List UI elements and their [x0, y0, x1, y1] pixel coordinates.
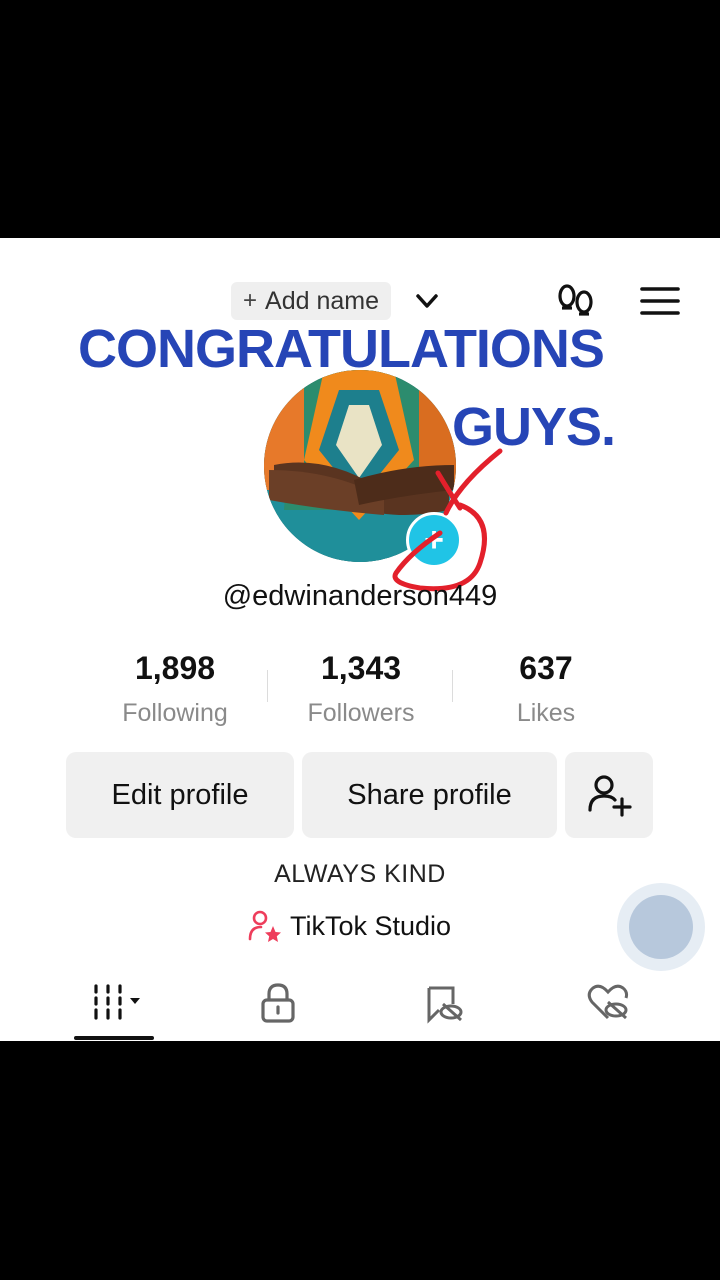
stat-following-value: 1,898	[134, 650, 216, 686]
overlay-caption-line2: GUYS.	[452, 397, 616, 457]
tiktok-studio-link[interactable]: TikTok Studio	[248, 909, 451, 943]
lock-icon	[261, 983, 295, 1023]
tab-videos[interactable]	[88, 980, 148, 1026]
add-friend-button[interactable]	[565, 752, 653, 838]
menu-icon[interactable]	[640, 286, 680, 316]
red-scribble-annotation	[392, 448, 503, 592]
floating-bubble-inner	[629, 895, 693, 959]
share-profile-button[interactable]: Share profile	[302, 752, 557, 838]
stat-likes-value: 637	[519, 650, 573, 686]
chevron-down-icon[interactable]	[414, 290, 440, 312]
stat-followers[interactable]: 1,343 Followers	[271, 650, 451, 728]
username-handle: @edwinanderson449	[222, 580, 498, 612]
grid-bars-icon	[94, 984, 140, 1020]
add-name-plus: +	[243, 287, 258, 314]
stat-likes-label: Likes	[516, 699, 576, 727]
tiktok-studio-label: TikTok Studio	[290, 910, 452, 941]
repost-hidden-icon	[427, 986, 463, 1024]
profile-screen: + Add name + CONGRATULATIONS GUYS. @edwi…	[0, 238, 720, 1041]
add-name-label: Add name	[265, 286, 379, 315]
stat-following[interactable]: 1,898 Following	[85, 650, 265, 728]
stat-followers-value: 1,343	[320, 650, 402, 686]
studio-user-star-icon	[248, 910, 281, 942]
footprints-icon[interactable]	[555, 282, 597, 322]
edit-profile-button[interactable]: Edit profile	[66, 752, 294, 838]
stat-divider	[267, 670, 268, 702]
tab-liked[interactable]	[578, 980, 638, 1026]
stat-followers-label: Followers	[307, 699, 415, 727]
heart-hidden-icon	[587, 984, 629, 1020]
tab-active-indicator	[74, 1036, 154, 1040]
add-user-icon	[588, 775, 632, 817]
add-name-button[interactable]: + Add name	[231, 282, 391, 320]
tab-private[interactable]	[248, 980, 308, 1026]
stat-following-label: Following	[122, 699, 228, 727]
overlay-caption-line1: CONGRATULATIONS	[78, 319, 605, 379]
stat-divider	[452, 670, 453, 702]
tab-reposts[interactable]	[414, 980, 474, 1026]
bio-text: ALWAYS KIND	[274, 860, 446, 888]
floating-bubble-button[interactable]	[617, 883, 705, 971]
stat-likes[interactable]: 637 Likes	[456, 650, 636, 728]
